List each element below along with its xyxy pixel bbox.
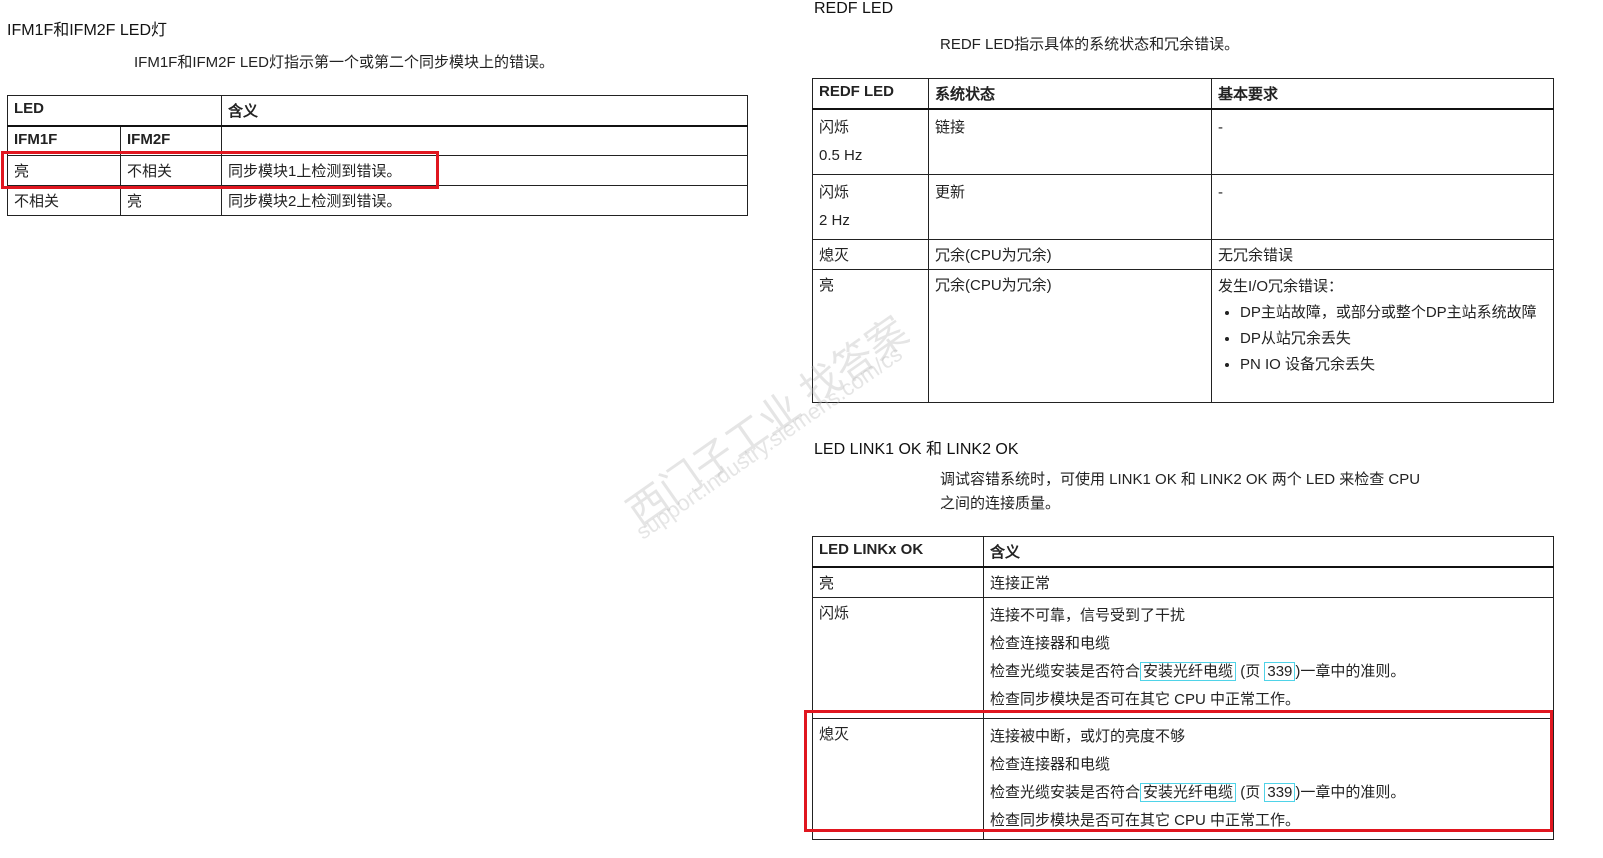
cross-reference-link[interactable]: 安装光纤电缆 [1140,783,1237,802]
table-cell: 亮 [812,269,929,403]
ifm-led-table: LED 含义 IFM1F IFM2F 亮 不相关 同步模块1上检测到错误。 不相… [7,95,748,216]
cross-reference-link[interactable]: 安装光纤电缆 [1140,662,1237,681]
subheader-ifm1f: IFM1F [7,125,121,156]
table-cell: 不相关 [120,155,222,186]
table-cell: 闪烁 [812,597,984,719]
table-subheader-row: IFM1F IFM2F [7,125,748,156]
header-led: LED [7,95,222,127]
bullet-list: DP主站故障，或部分或整个DP主站系统故障 DP从站冗余丢失 PN IO 设备冗… [1218,300,1547,378]
table-cell: 闪烁 0.5 Hz [812,108,929,175]
header-requirement: 基本要求 [1211,78,1554,110]
header-meaning: 含义 [983,536,1554,568]
table-cell: 冗余(CPU为冗余) [928,269,1212,403]
cell-line: 闪烁 [819,119,850,136]
header-system-state: 系统状态 [928,78,1212,110]
cell-line: 检查连接器和电缆 [990,635,1111,652]
table-row: 闪烁 0.5 Hz 链接 - [812,108,1554,175]
subheader-empty [221,125,748,156]
subheader-ifm2f: IFM2F [120,125,222,156]
table-header-row: REDF LED 系统状态 基本要求 [812,78,1554,110]
page-reference-link[interactable]: 339 [1264,662,1296,681]
cell-line: 检查光缆安装是否符合 安装光纤电缆 (页 339)一章中的准则。 [990,779,1547,807]
table-header-row: LED LINKx OK 含义 [812,536,1554,568]
table-cell: 不相关 [7,185,121,216]
list-item: DP从站冗余丢失 [1240,326,1547,352]
text-part: )一章中的准则。 [1295,784,1406,801]
table-cell: - [1211,174,1554,240]
section-heading-link: LED LINK1 OK 和 LINK2 OK [814,441,1019,458]
section-desc-ifm: IFM1F和IFM2F LED灯指示第一个或第二个同步模块上的错误。 [134,54,555,71]
cell-line: - [1218,119,1223,136]
cell-line: 2 Hz [819,212,850,229]
table-cell: 亮 [812,566,984,598]
cell-line: - [1218,184,1223,201]
section-desc-link-1: 调试容错系统时，可使用 LINK1 OK 和 LINK2 OK 两个 LED 来… [940,471,1421,488]
redf-led-table: REDF LED 系统状态 基本要求 闪烁 0.5 Hz 链接 - 闪烁 2 H… [812,78,1554,403]
header-redf-led: REDF LED [812,78,929,110]
table-cell: 亮 [7,155,121,186]
table-cell: 无冗余错误 [1211,239,1554,270]
table-cell: 同步模块2上检测到错误。 [221,185,748,216]
cell-line: 闪烁 [819,184,850,201]
section-heading-redf: REDF LED [814,0,894,17]
cell-line: 检查同步模块是否可在其它 CPU 中正常工作。 [990,812,1301,829]
cell-line: 检查连接器和电缆 [990,756,1111,773]
cell-line: 0.5 Hz [819,147,863,164]
table-cell: 亮 [120,185,222,216]
text-part: 检查光缆安装是否符合 [990,784,1141,801]
cell-line: 检查光缆安装是否符合 安装光纤电缆 (页 339)一章中的准则。 [990,658,1547,686]
link-led-table: LED LINKx OK 含义 亮 连接正常 闪烁 连接不可靠，信号受到了干扰 … [812,536,1554,840]
table-cell: 链接 [928,108,1212,175]
cell-line: 链接 [935,119,966,136]
table-row: 亮 冗余(CPU为冗余) 发生I/O冗余错误： DP主站故障，或部分或整个DP主… [812,269,1554,403]
cell-line: 更新 [935,184,966,201]
table-cell: 冗余(CPU为冗余) [928,239,1212,270]
table-row: 熄灭 连接被中断，或灯的亮度不够 检查连接器和电缆 检查光缆安装是否符合 安装光纤… [812,718,1554,840]
table-cell: 连接正常 [983,566,1554,598]
header-link-led: LED LINKx OK [812,536,984,568]
table-row: 亮 连接正常 [812,566,1554,598]
table-cell: 闪烁 2 Hz [812,174,929,240]
cell-line: 连接不可靠，信号受到了干扰 [990,607,1186,624]
table-row: 熄灭 冗余(CPU为冗余) 无冗余错误 [812,239,1554,270]
table-header-row: LED 含义 [7,95,748,127]
header-meaning: 含义 [221,95,748,127]
table-cell: 连接被中断，或灯的亮度不够 检查连接器和电缆 检查光缆安装是否符合 安装光纤电缆 … [983,718,1554,840]
table-row: 闪烁 连接不可靠，信号受到了干扰 检查连接器和电缆 检查光缆安装是否符合 安装光纤… [812,597,1554,719]
list-item: PN IO 设备冗余丢失 [1240,352,1547,378]
text-part: (页 [1236,663,1265,680]
cell-line: 连接被中断，或灯的亮度不够 [990,728,1186,745]
page-reference-link[interactable]: 339 [1264,783,1296,802]
table-cell: 同步模块1上检测到错误。 [221,155,748,186]
table-cell: 熄灭 [812,239,929,270]
table-cell: 熄灭 [812,718,984,840]
section-desc-link-2: 之间的连接质量。 [940,495,1061,512]
table-row: 闪烁 2 Hz 更新 - [812,174,1554,240]
table-row: 亮 不相关 同步模块1上检测到错误。 [7,155,748,186]
requirement-text: 发生I/O冗余错误： [1218,278,1344,295]
text-part: )一章中的准则。 [1295,663,1406,680]
table-cell: 连接不可靠，信号受到了干扰 检查连接器和电缆 检查光缆安装是否符合 安装光纤电缆 … [983,597,1554,719]
text-part: 检查光缆安装是否符合 [990,663,1141,680]
table-cell: 更新 [928,174,1212,240]
text-part: (页 [1236,784,1265,801]
list-item: DP主站故障，或部分或整个DP主站系统故障 [1240,300,1547,326]
section-desc-redf: REDF LED指示具体的系统状态和冗余错误。 [940,36,1240,53]
table-row: 不相关 亮 同步模块2上检测到错误。 [7,185,748,216]
section-heading-ifm: IFM1F和IFM2F LED灯 [7,22,168,39]
table-cell: - [1211,108,1554,175]
table-cell: 发生I/O冗余错误： DP主站故障，或部分或整个DP主站系统故障 DP从站冗余丢… [1211,269,1554,403]
cell-line: 检查同步模块是否可在其它 CPU 中正常工作。 [990,691,1301,708]
